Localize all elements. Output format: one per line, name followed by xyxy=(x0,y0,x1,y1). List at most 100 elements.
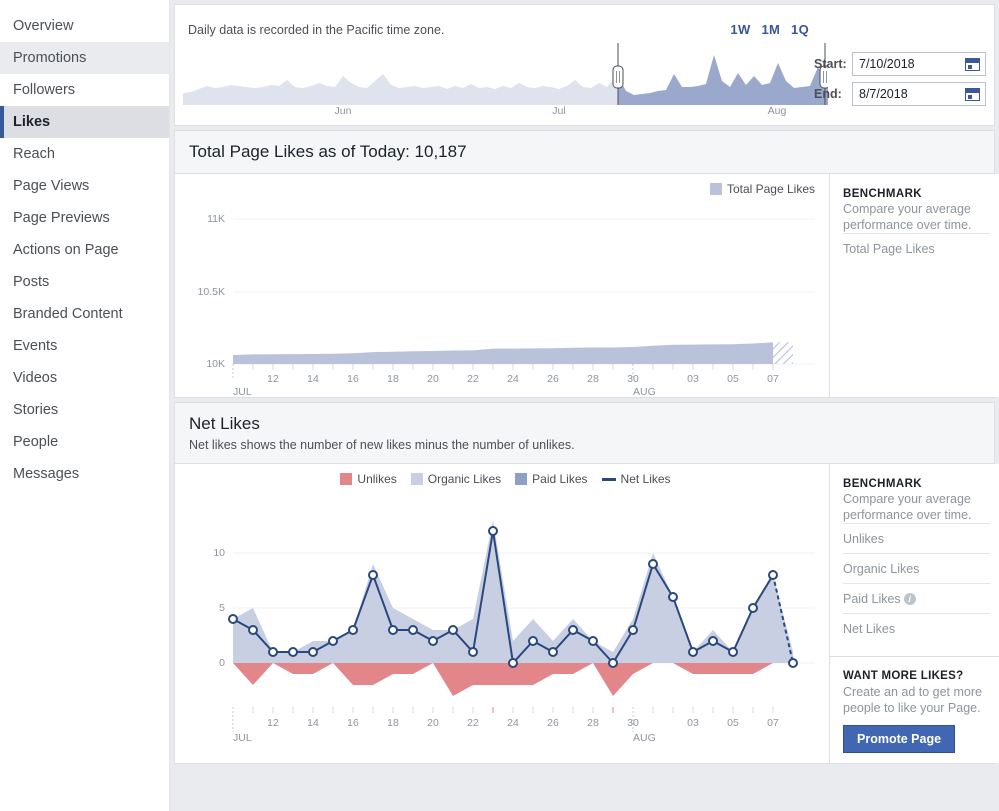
promote-page-description: Create an ad to get more people to like … xyxy=(843,685,982,715)
sidebar-item-label: People xyxy=(13,434,59,450)
total-page-likes-card: Total Page Likes as of Today: 10,187 Tot… xyxy=(174,130,999,398)
net-likes-title: Net Likes xyxy=(189,414,260,433)
svg-text:26: 26 xyxy=(547,373,559,385)
svg-text:12: 12 xyxy=(267,717,279,729)
sidebar-item-reach[interactable]: Reach xyxy=(0,138,169,170)
preset-1m[interactable]: 1M xyxy=(761,22,780,37)
sidebar-item-people[interactable]: People xyxy=(0,426,169,458)
sidebar-item-label: Overview xyxy=(13,18,74,34)
benchmark-row-net-likes[interactable]: Net Likes xyxy=(843,613,990,643)
svg-text:03: 03 xyxy=(687,373,699,385)
minichart-area-unselected xyxy=(183,74,618,105)
sidebar-item-label: Messages xyxy=(13,466,80,482)
benchmark-row-unlikes[interactable]: Unlikes xyxy=(843,523,990,553)
sidebar-item-events[interactable]: Events xyxy=(0,330,169,362)
sidebar-item-actions-on-page[interactable]: Actions on Page xyxy=(0,234,169,266)
range-selector-minichart[interactable] xyxy=(183,43,828,105)
sidebar-item-branded-content[interactable]: Branded Content xyxy=(0,298,169,330)
legend-organic-likes[interactable]: Organic Likes xyxy=(410,472,502,486)
sidebar-item-page-views[interactable]: Page Views xyxy=(0,170,169,202)
minichart-month-jun: Jun xyxy=(334,105,352,117)
net-likes-chart-pane: Unlikes Organic Likes Paid Likes Net Lik… xyxy=(175,464,829,748)
svg-text:03: 03 xyxy=(687,717,699,729)
legend-unlikes[interactable]: Unlikes xyxy=(340,472,397,486)
month-label-aug: AUG xyxy=(633,386,656,397)
calendar-icon[interactable] xyxy=(965,87,980,101)
svg-text:30: 30 xyxy=(627,373,639,385)
total-page-likes-area xyxy=(233,342,773,364)
legend-swatch-total-page-likes xyxy=(709,183,722,195)
legend-swatch-organic-likes xyxy=(410,473,423,485)
svg-text:05: 05 xyxy=(727,717,739,729)
legend-label-total-page-likes: Total Page Likes xyxy=(726,182,815,196)
svg-text:14: 14 xyxy=(307,373,319,385)
svg-text:26: 26 xyxy=(547,717,559,729)
ytick-0: 0 xyxy=(219,657,225,669)
end-date-input[interactable] xyxy=(853,86,965,102)
ytick-10: 10 xyxy=(213,547,225,559)
month-label-aug: AUG xyxy=(633,732,656,744)
sidebar-item-label: Branded Content xyxy=(13,306,123,322)
legend-net-likes[interactable]: Net Likes xyxy=(601,472,671,486)
sidebar-item-messages[interactable]: Messages xyxy=(0,458,169,490)
preset-1q[interactable]: 1Q xyxy=(791,22,809,37)
legend-label-organic-likes: Organic Likes xyxy=(427,472,502,486)
sidebar-item-label: Followers xyxy=(13,82,76,98)
sidebar-nav: Overview Promotions Followers Likes Reac… xyxy=(0,0,170,811)
sidebar-item-followers[interactable]: Followers xyxy=(0,74,169,106)
sidebar-item-label: Page Views xyxy=(13,178,90,194)
sidebar-item-label: Promotions xyxy=(13,50,87,66)
start-date-input-wrap[interactable] xyxy=(852,52,986,76)
total-page-likes-xlabels: 12 14 16 18 20 22 24 26 28 30 03 05 07 J… xyxy=(233,373,779,397)
svg-text:24: 24 xyxy=(507,373,519,385)
legend-label-net-likes: Net Likes xyxy=(620,472,671,486)
end-date-input-wrap[interactable] xyxy=(852,82,986,106)
benchmark-row-paid-likes-label: Paid Likes xyxy=(843,592,901,606)
preset-1w[interactable]: 1W xyxy=(730,22,750,37)
start-date-input[interactable] xyxy=(853,56,965,72)
benchmark-description: Compare your average performance over ti… xyxy=(843,492,972,522)
svg-text:24: 24 xyxy=(507,717,519,729)
legend-label-paid-likes: Paid Likes xyxy=(532,472,588,486)
sidebar-item-overview[interactable]: Overview xyxy=(0,10,169,42)
main-content: Daily data is recorded in the Pacific ti… xyxy=(170,0,999,811)
net-likes-legend: Unlikes Organic Likes Paid Likes Net Lik… xyxy=(175,472,829,486)
ytick-10k: 10K xyxy=(206,358,225,370)
minichart-axis: Jun Jul Aug xyxy=(183,105,828,123)
svg-text:05: 05 xyxy=(727,373,739,385)
range-presets: 1W 1M 1Q xyxy=(723,22,809,37)
calendar-icon[interactable] xyxy=(965,57,980,71)
legend-paid-likes[interactable]: Paid Likes xyxy=(515,472,588,486)
total-page-likes-title: Total Page Likes as of Today: 10,187 xyxy=(189,142,467,161)
svg-text:07: 07 xyxy=(767,373,779,385)
svg-text:20: 20 xyxy=(427,373,439,385)
svg-text:22: 22 xyxy=(467,373,479,385)
svg-text:20: 20 xyxy=(427,717,439,729)
svg-text:07: 07 xyxy=(767,717,779,729)
benchmark-row-paid-likes[interactable]: Paid Likes i xyxy=(843,583,990,613)
total-page-likes-benchmark-pane: BENCHMARK Compare your average performan… xyxy=(829,174,999,397)
sidebar-item-stories[interactable]: Stories xyxy=(0,394,169,426)
svg-text:14: 14 xyxy=(307,717,319,729)
benchmark-row-organic-likes[interactable]: Organic Likes xyxy=(843,553,990,583)
sidebar-item-likes[interactable]: Likes xyxy=(0,106,169,138)
svg-text:12: 12 xyxy=(267,373,279,385)
benchmark-row-total-page-likes[interactable]: Total Page Likes xyxy=(843,233,990,263)
svg-text:28: 28 xyxy=(587,717,599,729)
sidebar-item-posts[interactable]: Posts xyxy=(0,266,169,298)
sidebar-item-promotions[interactable]: Promotions xyxy=(0,42,169,74)
sidebar-item-label: Reach xyxy=(13,146,55,162)
date-fields: Start: End: xyxy=(814,51,986,111)
total-page-likes-chart-pane: Total Page Likes 11K 10.5K 10K 12 14 16 … xyxy=(175,174,829,397)
sidebar-item-label: Videos xyxy=(13,370,58,386)
sidebar-item-page-previews[interactable]: Page Previews xyxy=(0,202,169,234)
total-page-likes-legend: Total Page Likes xyxy=(709,182,815,196)
net-likes-subtitle: Net likes shows the number of new likes … xyxy=(189,438,575,452)
sidebar-item-videos[interactable]: Videos xyxy=(0,362,169,394)
sidebar-item-label: Posts xyxy=(13,274,50,290)
minichart-month-jul: Jul xyxy=(552,105,566,117)
ytick-105k: 10.5K xyxy=(198,286,225,298)
promote-page-button[interactable]: Promote Page xyxy=(843,725,956,753)
promote-page-box: WANT MORE LIKES? Create an ad to get mor… xyxy=(830,656,999,753)
info-icon[interactable]: i xyxy=(903,593,916,605)
